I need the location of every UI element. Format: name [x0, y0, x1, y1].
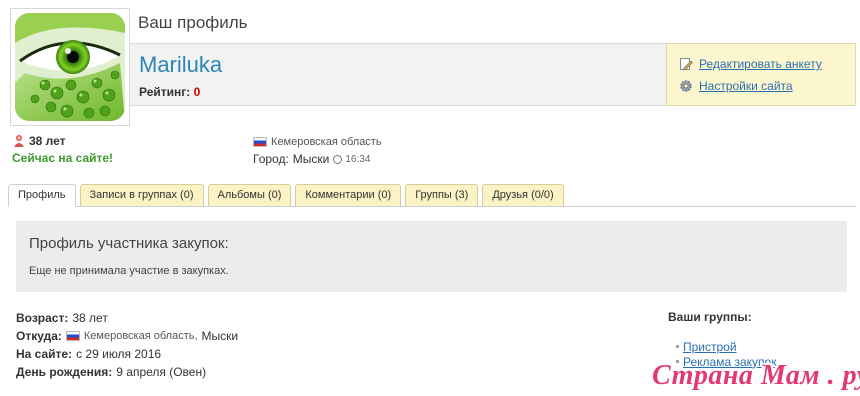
- tab-groups[interactable]: Группы (3): [405, 184, 479, 206]
- profile-details: Возраст: 38 лет Откуда: Кемеровская обла…: [16, 309, 238, 381]
- local-time: 16:34: [333, 154, 370, 165]
- tab-comments[interactable]: Комментарии (0): [295, 184, 402, 206]
- detail-age: Возраст: 38 лет: [16, 309, 238, 327]
- city-label: Город:: [253, 152, 289, 166]
- age-value: 38 лет: [29, 134, 66, 148]
- page-title: Ваш профиль: [138, 13, 248, 32]
- female-user-icon: [14, 135, 24, 147]
- rating-label: Рейтинг:: [139, 85, 191, 99]
- region-line: Кемеровская область: [253, 136, 382, 148]
- local-time-value: 16:34: [345, 153, 371, 165]
- detail-age-label: Возраст:: [16, 311, 69, 325]
- detail-since-value: с 29 июля 2016: [76, 347, 162, 361]
- region-name: Кемеровская область: [271, 136, 382, 148]
- rating: Рейтинг: 0: [139, 85, 200, 99]
- profile-bar: Mariluka Рейтинг: 0 Редактировать анкету…: [130, 43, 856, 106]
- group-link[interactable]: Пристрой: [683, 340, 737, 354]
- groups-title: Ваши группы:: [668, 310, 752, 324]
- purchases-panel: Профиль участника закупок: Еще не приним…: [16, 221, 847, 292]
- tab-albums[interactable]: Альбомы (0): [207, 184, 292, 206]
- detail-from-label: Откуда:: [16, 329, 62, 343]
- detail-birthday-label: День рождения:: [16, 365, 113, 379]
- purchases-title: Профиль участника закупок:: [29, 235, 229, 252]
- avatar[interactable]: [15, 13, 125, 121]
- detail-birthday-value: 9 апреля (Овен): [116, 365, 207, 379]
- city-line: Город: Мыски 16:34: [253, 152, 370, 166]
- pencil-icon: [680, 58, 693, 71]
- city-name: Мыски: [292, 152, 330, 166]
- bullet-icon: [676, 345, 679, 348]
- russia-flag-icon: [65, 331, 80, 341]
- detail-from: Откуда: Кемеровская область, Мыски: [16, 327, 238, 345]
- tab-group-posts[interactable]: Записи в группах (0): [79, 184, 204, 206]
- tab-profile[interactable]: Профиль: [8, 184, 76, 207]
- tabs-divider: [8, 206, 856, 207]
- detail-from-city: Мыски: [201, 329, 239, 343]
- clock-icon: [333, 154, 343, 164]
- gear-icon: [680, 80, 692, 92]
- online-status: Сейчас на сайте!: [12, 151, 114, 165]
- detail-from-region: Кемеровская область,: [83, 330, 198, 342]
- edit-profile-label: Редактировать анкету: [699, 57, 822, 71]
- russia-flag-icon: [253, 137, 267, 147]
- username[interactable]: Mariluka: [139, 52, 222, 78]
- purchases-text: Еще не принимала участие в закупках.: [29, 265, 229, 277]
- site-settings-link[interactable]: Настройки сайта: [679, 79, 793, 93]
- rating-value: 0: [193, 85, 201, 99]
- avatar-frame: [10, 8, 130, 126]
- detail-since: На сайте: с 29 июля 2016: [16, 345, 238, 363]
- detail-since-label: На сайте:: [16, 347, 73, 361]
- watermark-logo: Страна Мам . ру: [652, 360, 860, 391]
- group-item: Пристрой: [676, 339, 776, 354]
- edit-profile-link[interactable]: Редактировать анкету: [679, 57, 822, 71]
- age-line: 38 лет: [12, 134, 66, 148]
- detail-birthday: День рождения: 9 апреля (Овен): [16, 363, 238, 381]
- site-settings-label: Настройки сайта: [699, 79, 793, 93]
- tab-friends[interactable]: Друзья (0/0): [482, 184, 564, 206]
- profile-actions: Редактировать анкету Настройки сайта: [666, 43, 856, 106]
- detail-age-value: 38 лет: [72, 311, 108, 325]
- profile-tabs: Профиль Записи в группах (0) Альбомы (0)…: [8, 184, 564, 207]
